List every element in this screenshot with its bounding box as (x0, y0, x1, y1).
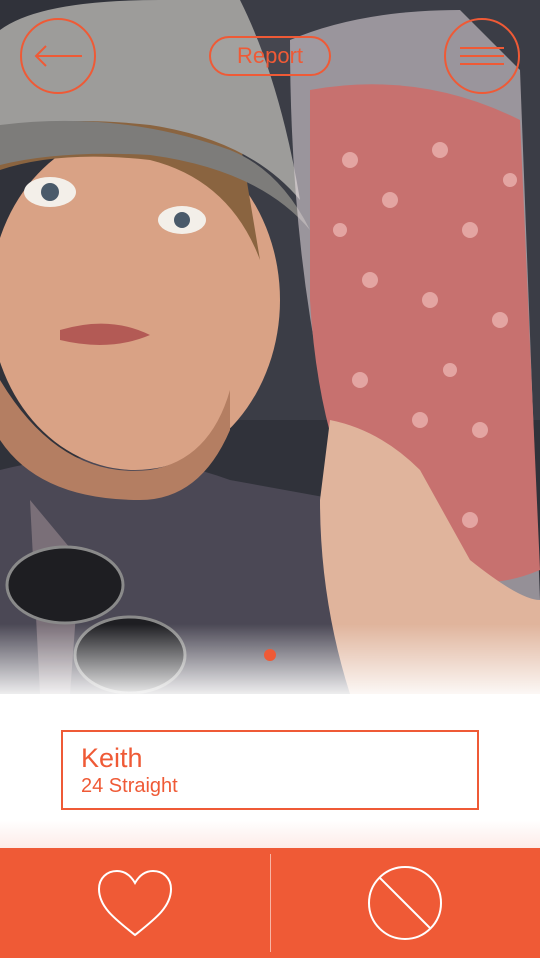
report-button-label: Report (236, 43, 304, 68)
page-indicator-dot (264, 649, 276, 661)
arrow-left-icon (34, 45, 82, 67)
report-button[interactable]: Report (209, 36, 331, 76)
block-icon (368, 866, 443, 940)
heart-icon (97, 869, 172, 937)
profile-info-card: Keith 24 Straight (61, 730, 479, 810)
menu-button[interactable] (444, 18, 520, 94)
profile-details: 24 Straight (81, 775, 178, 797)
back-button[interactable] (20, 18, 96, 94)
profile-photo[interactable] (0, 0, 540, 694)
profile-name: Keith (81, 743, 143, 773)
pass-button[interactable] (271, 848, 540, 958)
action-bar (0, 848, 540, 958)
like-button[interactable] (0, 848, 270, 958)
action-bar-shadow (0, 820, 540, 850)
menu-icon (460, 47, 504, 65)
